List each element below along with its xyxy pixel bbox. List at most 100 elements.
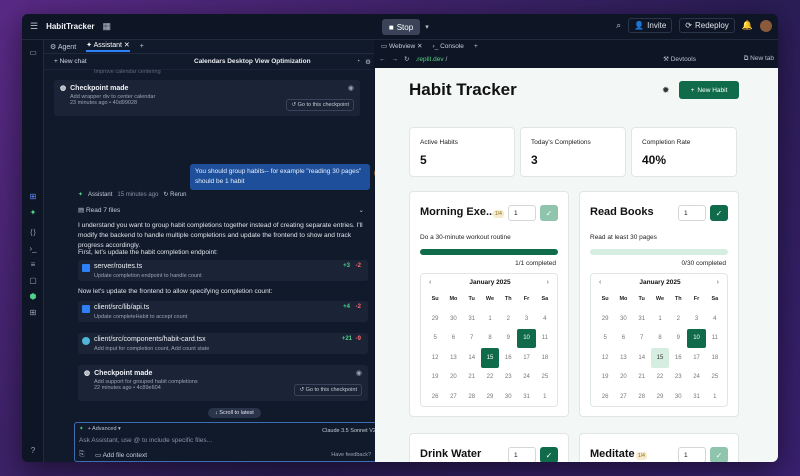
add-tab-icon[interactable]: +	[140, 43, 144, 50]
calendar-day[interactable]: 1	[536, 387, 554, 407]
goto-checkpoint-button[interactable]: ↺ Go to this checkpoint	[286, 99, 354, 111]
calendar-day[interactable]: 15	[480, 348, 500, 368]
feedback-link[interactable]: Have feedback?	[331, 452, 371, 458]
calendar-day[interactable]: 20	[444, 368, 462, 388]
calendar-day[interactable]: 29	[481, 387, 499, 407]
file-change-card[interactable]: server/routes.ts Update completion endpo…	[78, 260, 368, 281]
calendar-day[interactable]: 17	[517, 348, 535, 368]
calendar-day[interactable]: 3	[687, 309, 705, 329]
files-icon[interactable]: ▭	[27, 46, 39, 58]
quantity-input[interactable]: 1	[508, 205, 536, 221]
calendar-day[interactable]: 28	[633, 387, 651, 407]
calendar-day[interactable]: 15	[650, 348, 670, 368]
calendar-day[interactable]: 24	[517, 368, 535, 388]
new-tab-button[interactable]: ⧉ New tab	[744, 55, 774, 63]
calendar-day[interactable]: 18	[706, 348, 724, 368]
app-name[interactable]: HabitTracker	[46, 22, 94, 31]
theme-toggle-icon[interactable]: ✹	[662, 85, 670, 96]
calendar-day[interactable]: 7	[633, 329, 651, 349]
calendar-day[interactable]: 27	[444, 387, 462, 407]
complete-button[interactable]: ✓	[540, 205, 558, 221]
calendar-day[interactable]: 20	[614, 368, 632, 388]
calendar-day[interactable]: 22	[651, 368, 669, 388]
back-icon[interactable]: ←	[379, 56, 386, 63]
sidebar-toggle-icon[interactable]: ☰	[30, 21, 38, 32]
redeploy-button[interactable]: ⟳ Redeploy	[679, 18, 735, 33]
calendar-day[interactable]: 11	[706, 329, 724, 349]
calendar-day[interactable]: 2	[499, 309, 517, 329]
file-change-card[interactable]: client/src/components/habit-card.tsx Add…	[78, 333, 368, 354]
goto-checkpoint-button[interactable]: ↺ Go to this checkpoint	[294, 384, 362, 396]
calendar-day[interactable]: 3	[517, 309, 535, 329]
calendar-day[interactable]: 26	[596, 387, 614, 407]
calendar-day[interactable]: 25	[536, 368, 554, 388]
calendar-day[interactable]: 28	[463, 387, 481, 407]
calendar-day[interactable]: 17	[687, 348, 705, 368]
calendar-day[interactable]: 30	[444, 309, 462, 329]
database-icon[interactable]: ⬢	[27, 290, 39, 302]
calendar-day[interactable]: 31	[687, 387, 705, 407]
calendar-day[interactable]: 24	[687, 368, 705, 388]
calendar-day[interactable]: 29	[596, 309, 614, 329]
calendar-day[interactable]: 5	[426, 329, 444, 349]
avatar[interactable]	[760, 19, 772, 32]
calendar-day[interactable]: 27	[614, 387, 632, 407]
invite-button[interactable]: 👤 Invite	[628, 18, 673, 33]
calendar-day[interactable]: 31	[633, 309, 651, 329]
next-month-icon[interactable]: ›	[547, 279, 549, 286]
calendar-day[interactable]: 9	[669, 329, 687, 349]
calendar-day[interactable]: 12	[426, 348, 444, 368]
calendar-day[interactable]: 29	[426, 309, 444, 329]
apps-icon[interactable]: ⊞	[27, 306, 39, 318]
quantity-input[interactable]: 1	[508, 447, 536, 462]
history-icon[interactable]: ◔	[356, 58, 360, 65]
calendar-day[interactable]: 13	[614, 348, 632, 368]
calendar-day[interactable]: 7	[463, 329, 481, 349]
calendar-day[interactable]: 10	[517, 328, 536, 348]
calendar-day[interactable]: 6	[614, 329, 632, 349]
advanced-dropdown[interactable]: + Advanced ▾	[88, 426, 121, 432]
calendar-day[interactable]: 8	[481, 329, 499, 349]
stop-button[interactable]: ■ Stop	[382, 19, 420, 35]
calendar-day[interactable]: 4	[706, 309, 724, 329]
calendar-day[interactable]: 19	[426, 368, 444, 388]
new-habit-button[interactable]: + New Habit	[679, 81, 739, 99]
model-selector[interactable]: Claude 3.5 Sonnet V2 ⓘ	[322, 426, 383, 434]
calendar-day[interactable]: 1	[706, 387, 724, 407]
add-tab-icon[interactable]: +	[474, 43, 478, 50]
calendar-day[interactable]: 14	[633, 348, 651, 368]
tools-grid-icon[interactable]: ⊞	[27, 190, 39, 202]
calendar-day[interactable]: 1	[651, 309, 669, 329]
calendar-day[interactable]: 18	[536, 348, 554, 368]
search-icon[interactable]: ⌕	[616, 20, 621, 31]
calendar-day[interactable]: 23	[669, 368, 687, 388]
calendar-day[interactable]: 5	[596, 329, 614, 349]
calendar-day[interactable]: 30	[614, 309, 632, 329]
calendar-day[interactable]: 31	[463, 309, 481, 329]
calendar-day[interactable]: 19	[596, 368, 614, 388]
calendar-day[interactable]: 6	[444, 329, 462, 349]
tab-console[interactable]: ›_ Console	[432, 43, 463, 50]
tab-agent[interactable]: ⚙ Agent	[50, 43, 76, 51]
calendar-day[interactable]: 23	[499, 368, 517, 388]
monitor-icon[interactable]: ▢	[27, 274, 39, 286]
file-change-card[interactable]: client/src/lib/api.ts Update completeHab…	[78, 301, 368, 322]
scroll-to-latest-button[interactable]: ↓ Scroll to latest	[208, 408, 261, 418]
calendar-day[interactable]: 4	[536, 309, 554, 329]
complete-button[interactable]: ✓	[540, 447, 558, 462]
quantity-input[interactable]: 1	[678, 205, 706, 221]
calendar-day[interactable]: 16	[499, 348, 517, 368]
calendar-day[interactable]: 21	[463, 368, 481, 388]
calendar-day[interactable]: 22	[481, 368, 499, 388]
calendar-day[interactable]: 2	[669, 309, 687, 329]
calendar-day[interactable]: 30	[499, 387, 517, 407]
forward-icon[interactable]: →	[392, 56, 399, 63]
calendar-day[interactable]: 25	[706, 368, 724, 388]
devtools-button[interactable]: ⚒ Devtools	[663, 55, 696, 63]
calendar-day[interactable]: 29	[651, 387, 669, 407]
calendar-day[interactable]: 21	[633, 368, 651, 388]
preview-icon[interactable]: ◉	[356, 369, 362, 377]
tab-webview[interactable]: ▭ Webview ✕	[381, 42, 422, 50]
calendar-day[interactable]: 12	[596, 348, 614, 368]
add-file-context-button[interactable]: ▭ Add file context	[95, 451, 147, 459]
